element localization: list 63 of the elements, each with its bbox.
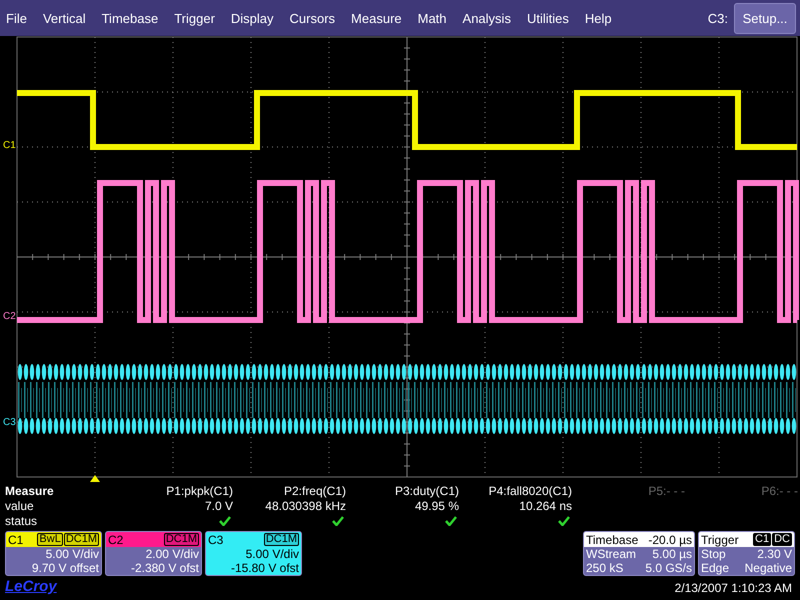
trigger-marker-icon — [90, 475, 100, 482]
parameter-label: P3:duty(C1) — [394, 484, 459, 499]
info-value: 2.30 V — [757, 547, 792, 561]
menu-item[interactable]: Math — [416, 10, 455, 26]
timebase-box[interactable]: Timebase -20.0 µs WStream 5.00 µs 250 kS 5.0 GS/s — [583, 531, 695, 576]
volts-per-div: 2.00 V/div — [144, 547, 200, 561]
brand-logo: LeCroy — [5, 578, 57, 595]
measure-title: Measure — [5, 484, 55, 499]
timebase-title: Timebase — [586, 532, 638, 546]
parameter-value: 10.264 ns — [519, 499, 572, 514]
menu-item[interactable]: Measure — [349, 10, 410, 26]
info-label: WStream — [586, 547, 636, 561]
trigger-title: Trigger — [701, 532, 740, 546]
row-label: status — [5, 514, 38, 529]
menu-item[interactable]: Trigger — [172, 10, 223, 26]
parameter-label: P5:- - - — [648, 484, 685, 499]
parameter-value: 7.0 V — [204, 499, 233, 514]
coupling-tag: DC1M — [264, 533, 299, 546]
offset-value: 9.70 V offset — [30, 561, 100, 575]
offset-value: -15.80 V ofst — [230, 561, 300, 575]
menu-item[interactable]: Utilities — [524, 10, 577, 26]
parameter-value: 48.030398 kHz — [265, 499, 346, 514]
parameter-label: P2:freq(C1) — [284, 484, 346, 499]
coupling-tag: DC1M — [164, 533, 199, 546]
info-label: Edge — [701, 561, 730, 575]
menu-item[interactable]: File — [4, 10, 35, 26]
volts-per-div: 5.00 V/div — [44, 547, 100, 561]
menu-item[interactable]: Display — [228, 10, 282, 26]
date-time: 2/13/2007 1:10:23 AM — [674, 581, 792, 595]
trigger-tag: C1 — [753, 533, 772, 546]
info-value: 5.00 µs — [652, 547, 692, 561]
channel-box[interactable]: C2 DC1M 2.00 V/div -2.380 V ofst — [105, 531, 202, 576]
info-value: Negative — [744, 561, 792, 575]
channel-name: C2 — [108, 532, 124, 546]
timebase-value: -20.0 µs — [648, 532, 692, 546]
channel-box[interactable]: C3 DC1M 5.00 V/div -15.80 V ofst — [205, 531, 302, 576]
parameter-label: P1:pkpk(C1) — [166, 484, 233, 499]
trigger-tag: DC — [772, 533, 792, 546]
offset-value: -2.380 V ofst — [130, 561, 200, 575]
menu-item[interactable]: Timebase — [100, 10, 166, 26]
channel-marker: C3 — [3, 418, 16, 428]
menu-item[interactable]: Help — [582, 10, 620, 26]
trigger-box[interactable]: Trigger C1 DC Stop 2.30 V Edge Negative — [698, 531, 795, 576]
info-value: 5.0 GS/s — [645, 561, 692, 575]
menu-item[interactable]: Vertical — [40, 10, 94, 26]
coupling-tag: DC1M — [64, 533, 99, 546]
menu-item[interactable]: Analysis — [460, 10, 519, 26]
setup-button[interactable]: Setup... — [734, 2, 796, 34]
channel-name: C1 — [8, 532, 24, 546]
coupling-tag: BwL — [37, 533, 63, 546]
channel-name: C3 — [208, 532, 224, 546]
channel-label: C3: — [708, 10, 728, 26]
parameter-label: P4:fall8020(C1) — [488, 484, 572, 499]
parameter-label: P6:- - - — [761, 484, 798, 499]
row-label: value — [5, 499, 34, 514]
channel-box[interactable]: C1 BwL DC1M 5.00 V/div 9.70 V offset — [5, 531, 102, 576]
channel-marker: C1 — [3, 141, 16, 151]
info-label: 250 kS — [586, 561, 624, 575]
menu-item[interactable]: Cursors — [288, 10, 344, 26]
volts-per-div: 5.00 V/div — [244, 547, 300, 561]
channel-marker: C2 — [3, 312, 16, 322]
info-label: Stop — [701, 547, 726, 561]
parameter-value: 49.95 % — [414, 499, 459, 514]
